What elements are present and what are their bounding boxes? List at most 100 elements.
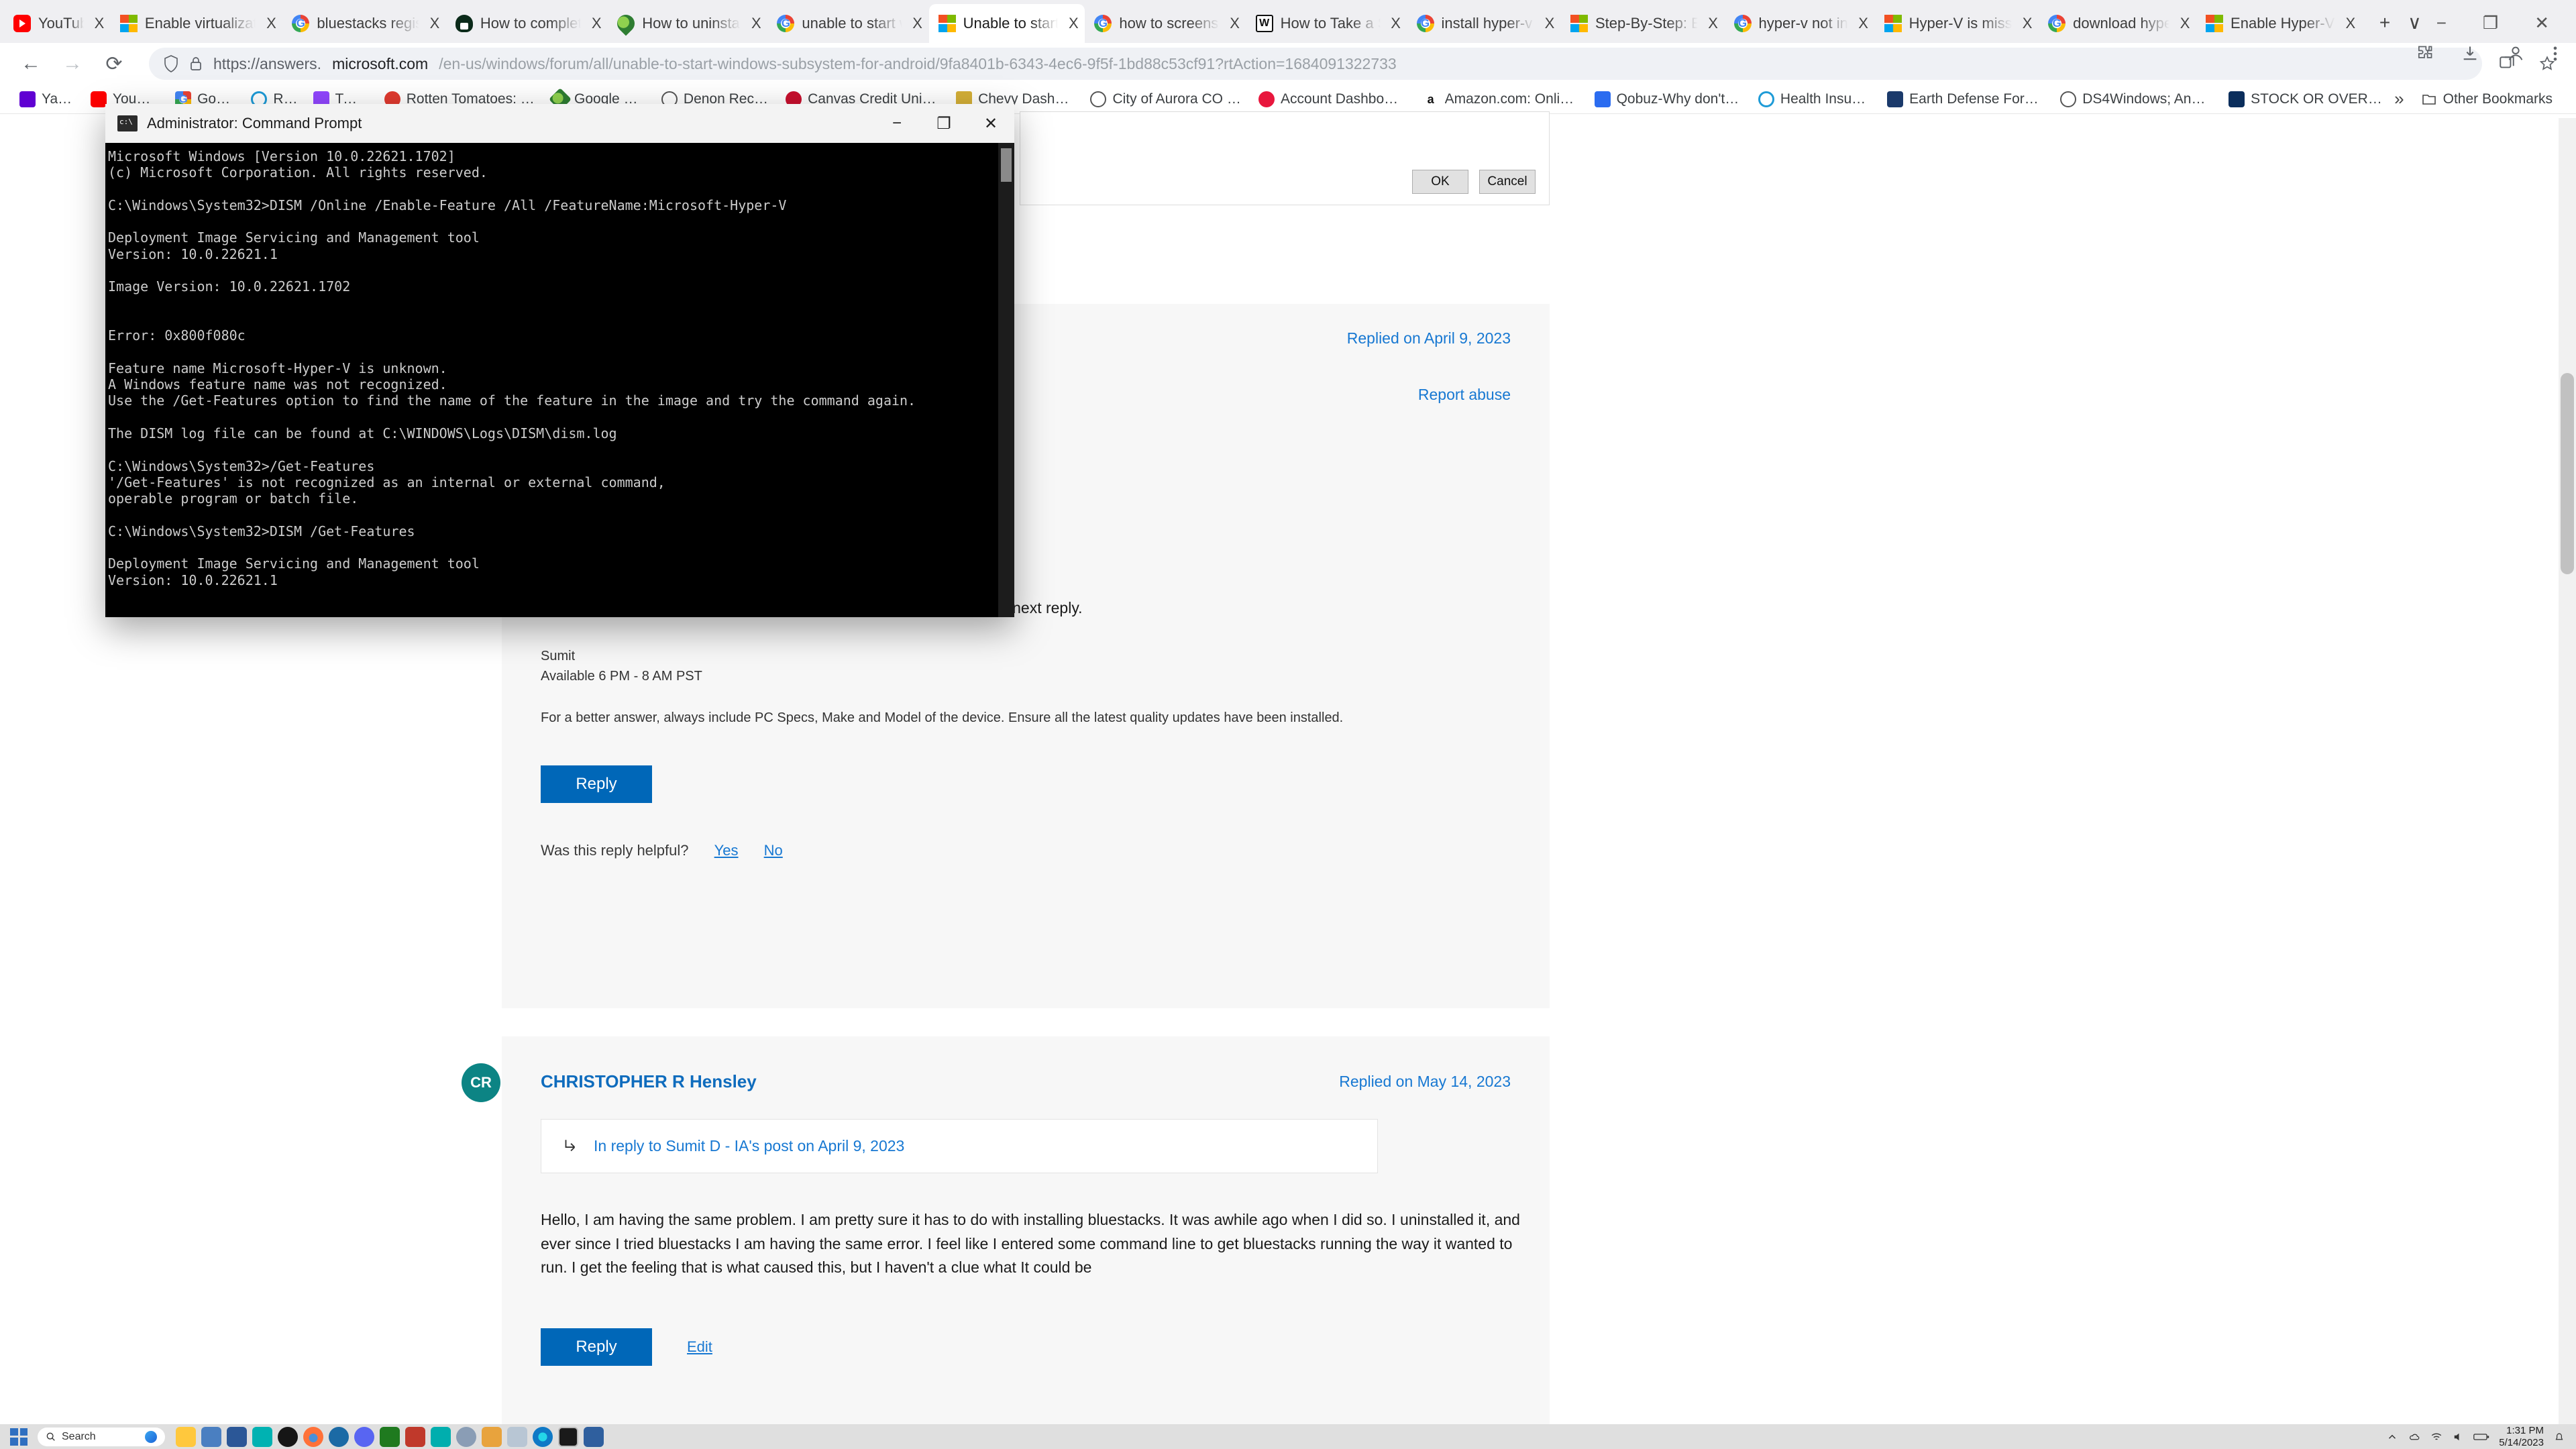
notepad-icon[interactable] — [507, 1426, 527, 1447]
bookmark-item[interactable]: Account Dashboard | ... — [1250, 86, 1414, 113]
firefox-icon[interactable] — [303, 1426, 323, 1447]
tab-close-icon[interactable]: X — [747, 15, 765, 32]
command-prompt-icon[interactable] — [558, 1426, 578, 1447]
file-explorer-icon[interactable] — [176, 1426, 196, 1447]
paint-icon[interactable] — [482, 1426, 502, 1447]
download-icon[interactable] — [2461, 44, 2479, 63]
new-tab-button[interactable]: + — [2379, 12, 2390, 34]
bookmark-item[interactable]: Health Insurance — [1750, 86, 1878, 113]
notification-icon[interactable] — [2553, 1431, 2565, 1443]
ok-button[interactable]: OK — [1412, 170, 1468, 194]
bookmark-item[interactable]: DS4Windows; Another... — [2051, 86, 2220, 113]
command-prompt-window[interactable]: Administrator: Command Prompt − ❐ ✕ Micr… — [105, 104, 1014, 617]
tab-close-icon[interactable]: X — [1226, 15, 1244, 32]
window-restore-button[interactable]: ❐ — [2483, 13, 2498, 34]
browser-tab[interactable]: install hyper-v on X — [1407, 4, 1561, 43]
chevron-up-icon[interactable] — [2386, 1431, 2398, 1443]
reply-author[interactable]: CHRISTOPHER R Hensley — [541, 1071, 757, 1092]
reload-button[interactable]: ⟳ — [97, 46, 131, 81]
network-icon[interactable] — [2430, 1431, 2443, 1443]
puzzle-icon[interactable] — [2415, 44, 2434, 63]
browser-tab[interactable]: how to screenshot X — [1085, 4, 1246, 43]
battery-icon[interactable] — [2473, 1432, 2489, 1442]
discord-icon[interactable] — [354, 1426, 374, 1447]
browser-tab[interactable]: YouTube X — [4, 4, 111, 43]
bookmark-item[interactable]: STOCK OR OVERCLOC... — [2220, 86, 2394, 113]
browser-tab[interactable]: How to Take a Scr X — [1246, 4, 1407, 43]
taskbar-search[interactable]: Search — [38, 1427, 165, 1446]
tab-close-icon[interactable]: X — [1705, 15, 1722, 32]
other-bookmarks-folder[interactable]: Other Bookmarks — [2412, 86, 2561, 113]
reply-timestamp[interactable]: Replied on May 14, 2023 — [1339, 1073, 1511, 1091]
cmd-close-button[interactable]: ✕ — [967, 104, 1014, 143]
tab-close-icon[interactable]: X — [1541, 15, 1558, 32]
browser-tab[interactable]: How to completely X — [446, 4, 608, 43]
back-button[interactable]: ← — [13, 46, 48, 81]
browser-tab[interactable]: Enable virtualization X — [111, 4, 283, 43]
bookmark-item[interactable]: a Amazon.com: Online S... — [1414, 86, 1586, 113]
tab-close-icon[interactable]: X — [262, 15, 280, 32]
cmd-maximize-button[interactable]: ❐ — [920, 104, 967, 143]
forward-button[interactable]: → — [55, 46, 90, 81]
tab-close-icon[interactable]: X — [909, 15, 926, 32]
bookmark-item[interactable]: Earth Defense Force: Ir... — [1878, 86, 2051, 113]
reply-timestamp[interactable]: Replied on April 9, 2023 — [1347, 329, 1511, 347]
tab-close-icon[interactable]: X — [588, 15, 605, 32]
soundblaster-icon[interactable] — [431, 1426, 451, 1447]
browser-tab[interactable]: How to uninstall B X — [608, 4, 767, 43]
steam-icon[interactable] — [329, 1426, 349, 1447]
media-player-icon[interactable] — [278, 1426, 298, 1447]
scrollbar-thumb[interactable] — [2561, 373, 2574, 574]
browser-tab[interactable]: Enable Hyper-V on X — [2196, 4, 2362, 43]
bookmark-item[interactable]: Qobuz-Why don't you... — [1586, 86, 1750, 113]
cmd-minimize-button[interactable]: − — [873, 104, 920, 143]
tab-close-icon[interactable]: X — [91, 15, 108, 32]
microsoft-store-icon[interactable] — [227, 1426, 247, 1447]
address-input[interactable]: https://answers. microsoft.com/en-us/wind… — [149, 48, 2482, 80]
helpful-yes-link[interactable]: Yes — [714, 842, 739, 859]
edit-link[interactable]: Edit — [687, 1338, 712, 1356]
tab-close-icon[interactable]: X — [1387, 15, 1405, 32]
nvidia-icon[interactable] — [380, 1426, 400, 1447]
copilot-icon[interactable] — [145, 1430, 157, 1443]
window-close-button[interactable]: ✕ — [2534, 13, 2549, 34]
browser-tab-active[interactable]: Unable to start wi X — [928, 4, 1085, 43]
edge-icon[interactable] — [533, 1426, 553, 1447]
quoted-post[interactable]: In reply to Sumit D - IA's post on April… — [541, 1119, 1378, 1173]
cmd-scrollbar[interactable] — [998, 143, 1014, 617]
browser-tab[interactable]: Step-By-Step: Ena X — [1561, 4, 1725, 43]
usb-drive-icon[interactable] — [201, 1426, 221, 1447]
onedrive-icon[interactable] — [2408, 1431, 2421, 1443]
reply-button[interactable]: Reply — [541, 1328, 652, 1366]
voicemeeter-icon[interactable] — [405, 1426, 425, 1447]
wifi-app-icon[interactable] — [252, 1426, 272, 1447]
quoted-post-link[interactable]: In reply to Sumit D - IA's post on April… — [594, 1137, 904, 1155]
bookmark-item[interactable]: Yahoo — [11, 86, 82, 113]
start-button[interactable] — [0, 1428, 38, 1446]
tab-close-icon[interactable]: X — [1065, 15, 1082, 32]
bookmarks-overflow-icon[interactable]: » — [2394, 89, 2404, 109]
browser-tab[interactable]: hyper-v not in wi X — [1725, 4, 1875, 43]
bookmark-item[interactable]: City of Aurora CO | Cu... — [1081, 86, 1250, 113]
volume-icon[interactable] — [2452, 1431, 2464, 1443]
browser-tab[interactable]: bluestacks registry X — [282, 4, 446, 43]
window-minimize-button[interactable]: − — [2436, 13, 2447, 34]
tab-close-icon[interactable]: X — [2176, 15, 2194, 32]
tab-close-icon[interactable]: X — [1855, 15, 1872, 32]
optical-drive-icon[interactable] — [456, 1426, 476, 1447]
page-scrollbar[interactable] — [2559, 118, 2576, 1424]
reply-button[interactable]: Reply — [541, 765, 652, 803]
command-prompt-output[interactable]: Microsoft Windows [Version 10.0.22621.17… — [105, 143, 1014, 617]
browser-tab[interactable]: download hyper v X — [2039, 4, 2196, 43]
powershell-icon[interactable] — [584, 1426, 604, 1447]
kebab-menu-icon[interactable] — [2552, 44, 2559, 63]
cmd-scrollbar-thumb[interactable] — [1001, 148, 1012, 182]
profile-icon[interactable] — [2506, 44, 2525, 63]
browser-tab[interactable]: unable to start win X — [767, 4, 928, 43]
helpful-no-link[interactable]: No — [764, 842, 783, 859]
taskbar-clock[interactable]: 1:31 PM 5/14/2023 — [2499, 1425, 2544, 1448]
tab-close-icon[interactable]: X — [2019, 15, 2036, 32]
tab-close-icon[interactable]: X — [426, 15, 443, 32]
tab-list-chevron-down-icon[interactable]: ∨ — [2408, 11, 2422, 34]
cancel-button[interactable]: Cancel — [1479, 170, 1536, 194]
